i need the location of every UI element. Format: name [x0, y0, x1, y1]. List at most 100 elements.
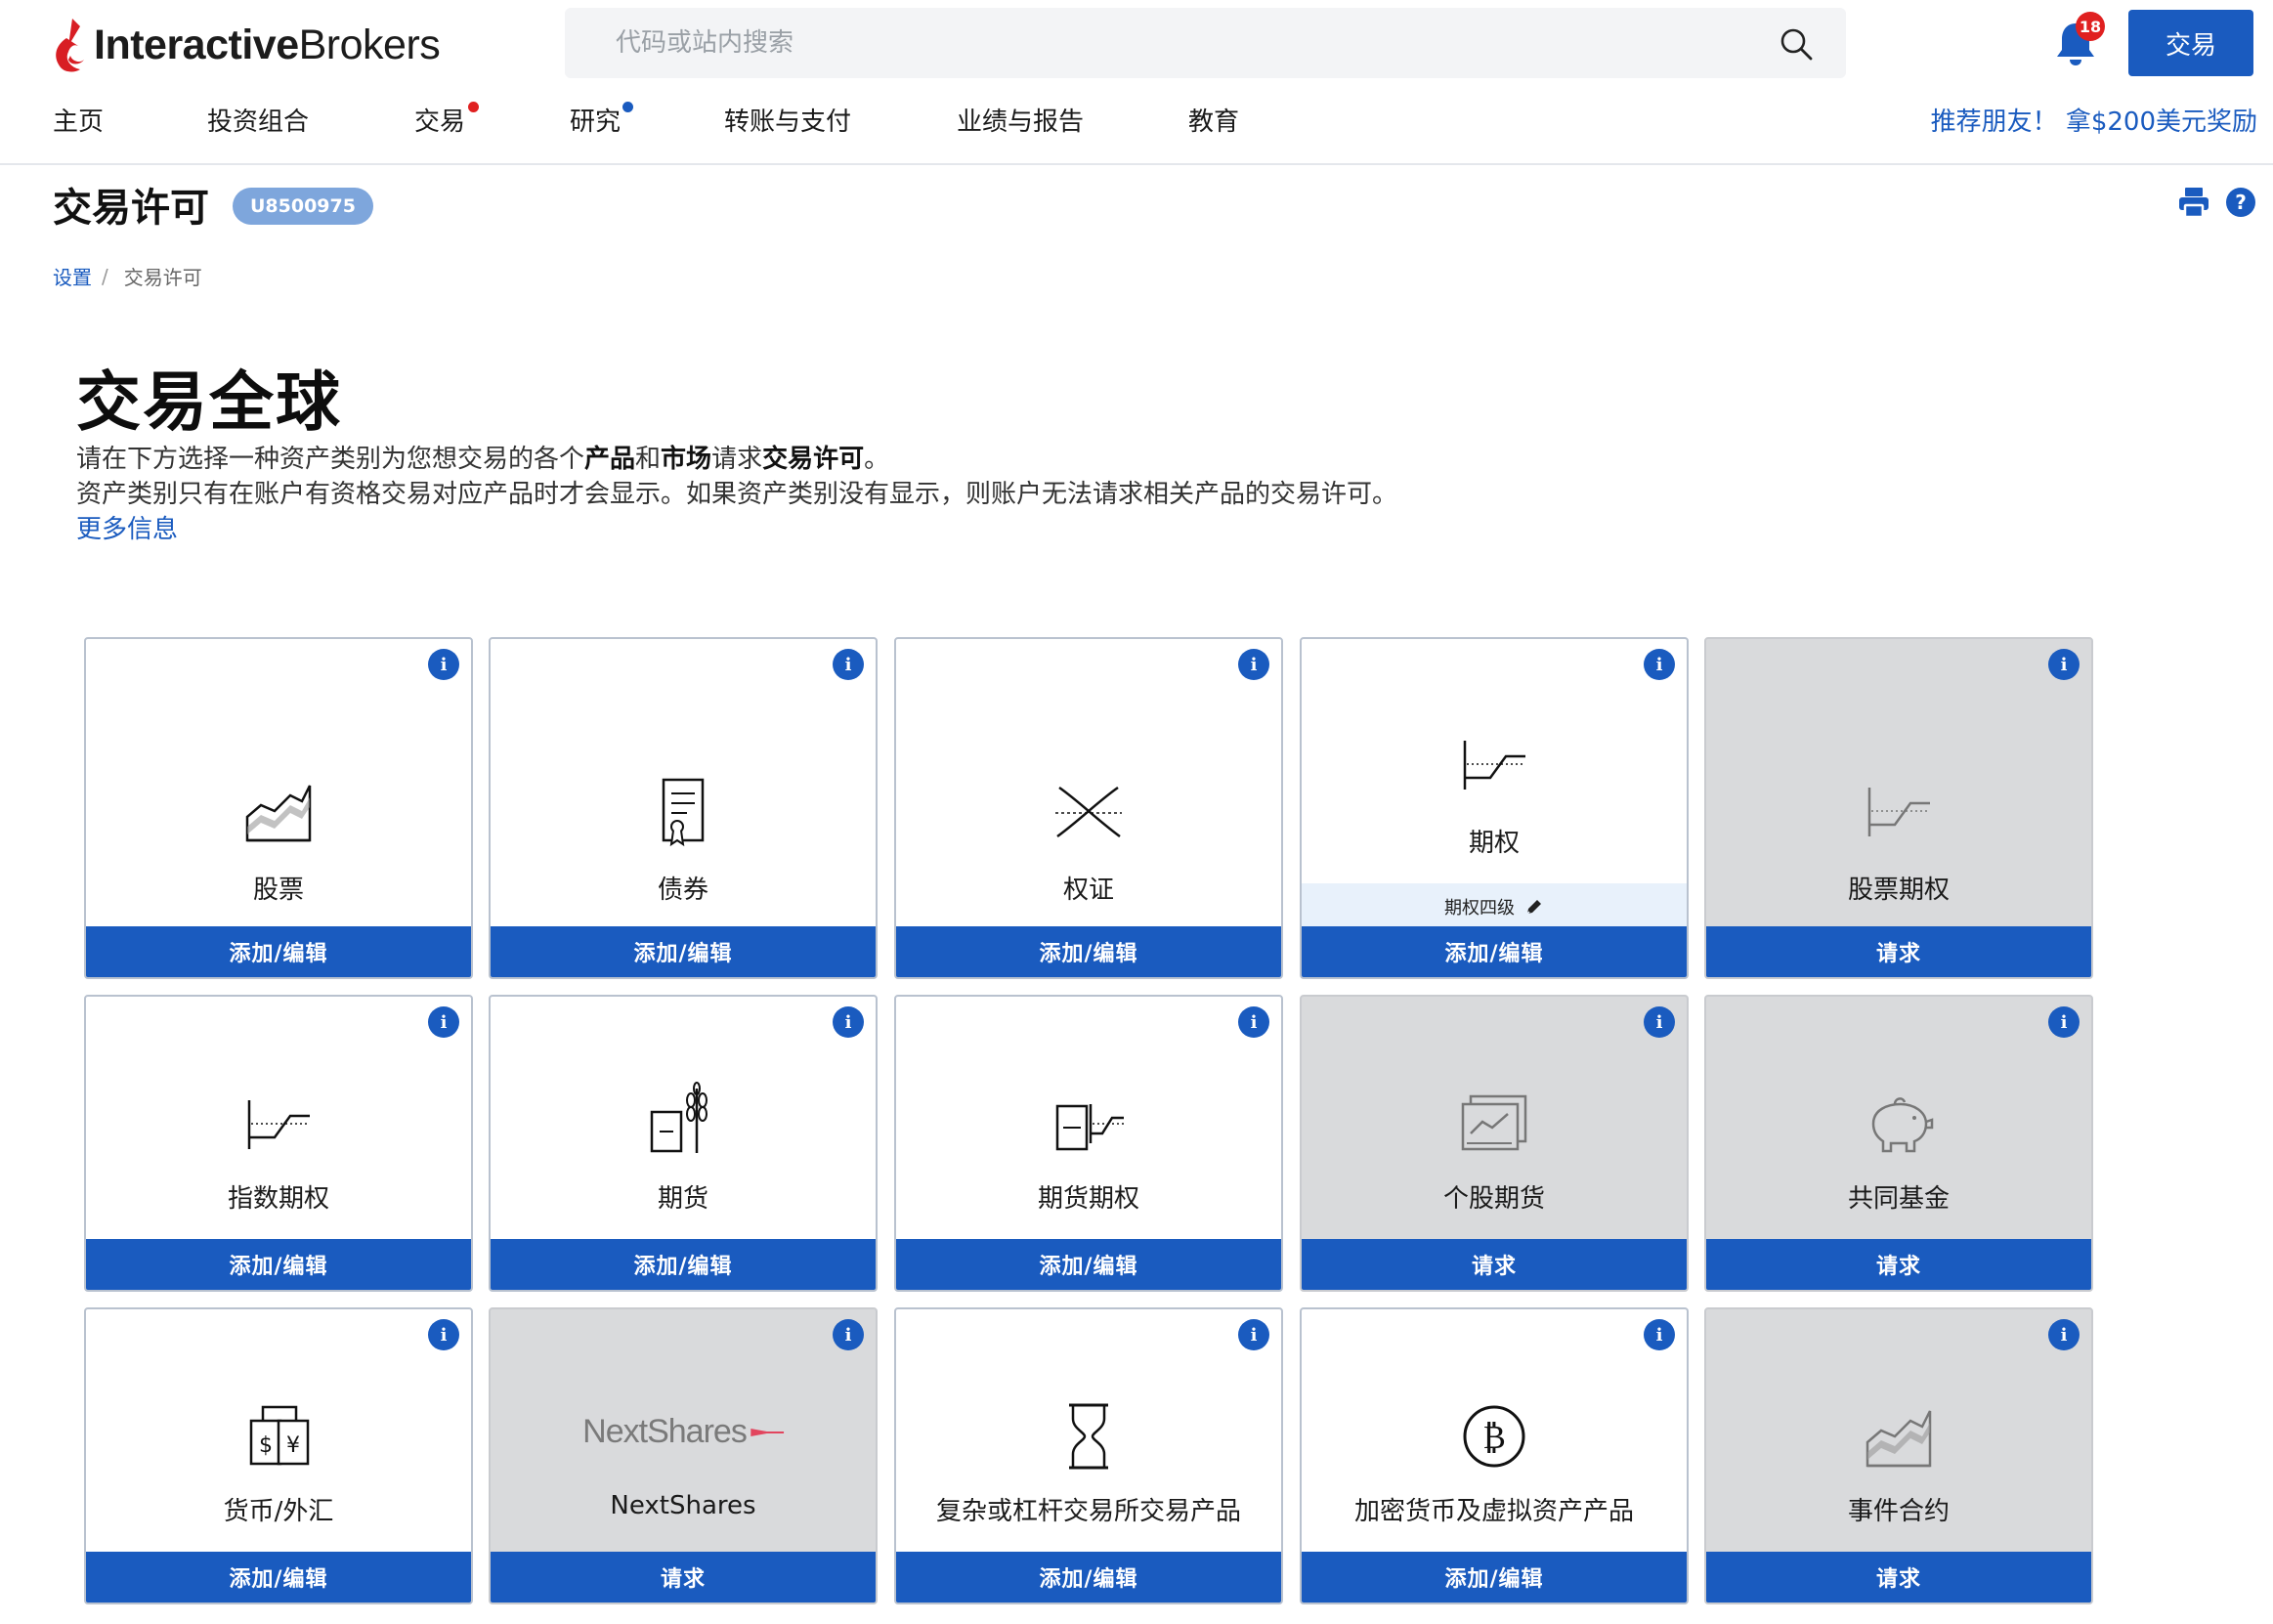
tile-event-contracts: i 事件合约 请求 — [1704, 1307, 2093, 1604]
print-icon[interactable] — [2177, 186, 2210, 219]
add-edit-button[interactable]: 添加/编辑 — [491, 926, 876, 977]
add-edit-button[interactable]: 添加/编辑 — [896, 1552, 1281, 1603]
tile-complex-leveraged-etp: i 复杂或杠杆交易所交易产品 添加/编辑 — [894, 1307, 1283, 1604]
svg-text:₿: ₿ — [1482, 1418, 1506, 1457]
tile-currency-forex: i $ ¥ 货币/外汇 添加/编辑 — [84, 1307, 473, 1604]
tile-label: 股票期权 — [1847, 876, 1950, 905]
intro-line-2: 资产类别只有在账户有资格交易对应产品时才会显示。如果资产类别没有显示，则账户无法… — [76, 480, 1398, 509]
info-icon[interactable]: i — [2048, 1319, 2080, 1350]
ib-logo[interactable]: InteractiveBrokers — [51, 14, 441, 76]
ib-flame-icon — [56, 19, 84, 72]
hero-heading: 交易全球 — [76, 364, 342, 440]
tile-label: 复杂或杠杆交易所交易产品 — [935, 1497, 1241, 1526]
tile-warrants: i 权证 添加/编辑 — [894, 637, 1283, 979]
stock-chart-icon — [1866, 1410, 1932, 1468]
svg-text:¥: ¥ — [286, 1433, 300, 1458]
nav-trade-alert-dot — [468, 102, 479, 112]
logo-text-bold: Interactive — [94, 21, 299, 68]
option-payoff-icon — [1463, 741, 1525, 790]
info-icon[interactable]: i — [833, 1006, 864, 1038]
add-edit-button[interactable]: 添加/编辑 — [491, 1239, 876, 1290]
nav-research-alert-dot — [622, 102, 633, 112]
info-icon[interactable]: i — [2048, 1006, 2080, 1038]
stock-futures-icon — [1461, 1094, 1527, 1151]
add-edit-button[interactable]: 添加/编辑 — [896, 926, 1281, 977]
request-button[interactable]: 请求 — [1706, 1552, 2091, 1603]
intro-text: 请在下方选择一种资产类别为您想交易的各个产品和市场请求交易许可。 资产类别只有在… — [76, 442, 1640, 547]
request-button[interactable]: 请求 — [1706, 1239, 2091, 1290]
asset-class-grid: i 股票 添加/编辑 i 债券 添加/编辑 i 权证 添加/编辑 i 期权 期权… — [84, 637, 2097, 1624]
nav-item-performance[interactable]: 业绩与报告 — [957, 102, 1084, 138]
info-icon[interactable]: i — [1238, 649, 1269, 680]
referral-link[interactable]: 推荐朋友！ 拿$200美元奖励 — [1931, 102, 2257, 138]
tile-mutual-funds: i 共同基金 请求 — [1704, 995, 2093, 1292]
top-header: InteractiveBrokers 18 交易 主页 投资组合 交易 研究 转… — [0, 0, 2273, 165]
piggy-bank-icon — [1871, 1097, 1934, 1153]
add-edit-button[interactable]: 添加/编辑 — [86, 1239, 471, 1290]
tile-label: 股票 — [252, 876, 304, 905]
search-icon[interactable] — [1780, 27, 1813, 61]
tile-label: 共同基金 — [1847, 1184, 1950, 1214]
breadcrumb-current: 交易许可 — [123, 266, 202, 289]
info-icon[interactable]: i — [2048, 649, 2080, 680]
tile-label: NextShares — [610, 1491, 756, 1520]
info-icon[interactable]: i — [1644, 649, 1675, 680]
bond-certificate-icon — [662, 778, 705, 847]
pencil-edit-icon[interactable] — [1524, 897, 1544, 917]
search-input[interactable] — [616, 28, 1739, 58]
logo-text-regular: Brokers — [298, 21, 441, 68]
breadcrumb-settings-link[interactable]: 设置 — [53, 262, 92, 290]
nav-item-home[interactable]: 主页 — [53, 102, 104, 138]
main-nav: 主页 投资组合 交易 研究 转账与支付 业绩与报告 教育 — [0, 96, 1368, 147]
info-icon[interactable]: i — [1238, 1006, 1269, 1038]
tile-futures-options: i 期货期权 添加/编辑 — [894, 995, 1283, 1292]
nav-item-research[interactable]: 研究 — [570, 102, 621, 138]
add-edit-button[interactable]: 添加/编辑 — [1302, 926, 1687, 977]
intro-line-1: 请在下方选择一种资产类别为您想交易的各个产品和市场请求交易许可。 — [76, 445, 890, 474]
warrant-cross-icon — [1055, 786, 1122, 838]
hourglass-icon — [1069, 1403, 1108, 1470]
nav-item-transfer[interactable]: 转账与支付 — [724, 102, 851, 138]
option-payoff-icon — [247, 1100, 310, 1149]
info-icon[interactable]: i — [428, 1319, 459, 1350]
nextshares-logo: NextShares — [582, 1413, 784, 1451]
tile-label: 个股期货 — [1442, 1184, 1545, 1214]
tile-label: 货币/外汇 — [223, 1497, 334, 1526]
notification-count-badge: 18 — [2076, 12, 2105, 41]
bitcoin-icon: ₿ — [1463, 1405, 1525, 1468]
info-icon[interactable]: i — [1644, 1006, 1675, 1038]
info-icon[interactable]: i — [428, 1006, 459, 1038]
request-button[interactable]: 请求 — [1302, 1239, 1687, 1290]
stock-chart-icon — [245, 785, 312, 842]
currency-exchange-icon: $ ¥ — [249, 1405, 310, 1466]
more-info-link[interactable]: 更多信息 — [76, 512, 178, 547]
add-edit-button[interactable]: 添加/编辑 — [896, 1239, 1281, 1290]
tile-label: 指数期权 — [227, 1184, 329, 1214]
help-icon[interactable]: ? — [2226, 188, 2255, 217]
tile-stock-options: i 股票期权 请求 — [1704, 637, 2093, 979]
info-icon[interactable]: i — [1644, 1319, 1675, 1350]
nav-item-trade[interactable]: 交易 — [414, 102, 465, 138]
info-icon[interactable]: i — [428, 649, 459, 680]
request-button[interactable]: 请求 — [1706, 926, 2091, 977]
tile-nextshares: i NextShares NextShares 请求 — [489, 1307, 878, 1604]
tile-label: 期权 — [1468, 829, 1520, 858]
add-edit-button[interactable]: 添加/编辑 — [86, 926, 471, 977]
info-icon[interactable]: i — [833, 1319, 864, 1350]
tile-label: 权证 — [1062, 876, 1114, 905]
nav-item-portfolio[interactable]: 投资组合 — [207, 102, 309, 138]
futures-option-icon — [1055, 1104, 1124, 1151]
trade-button[interactable]: 交易 — [2128, 10, 2253, 76]
nav-item-education[interactable]: 教育 — [1188, 102, 1239, 138]
tile-single-stock-futures: i 个股期货 请求 — [1300, 995, 1689, 1292]
info-icon[interactable]: i — [1238, 1319, 1269, 1350]
request-button[interactable]: 请求 — [491, 1552, 876, 1603]
wheat-futures-icon — [650, 1082, 708, 1153]
add-edit-button[interactable]: 添加/编辑 — [86, 1552, 471, 1603]
info-icon[interactable]: i — [833, 649, 864, 680]
options-level-indicator[interactable]: 期权四级 — [1302, 883, 1687, 930]
tile-label: 期货 — [657, 1184, 708, 1214]
add-edit-button[interactable]: 添加/编辑 — [1302, 1552, 1687, 1603]
page-title: 交易许可 — [53, 186, 209, 231]
tile-crypto: i ₿ 加密货币及虚拟资产产品 添加/编辑 — [1300, 1307, 1689, 1604]
